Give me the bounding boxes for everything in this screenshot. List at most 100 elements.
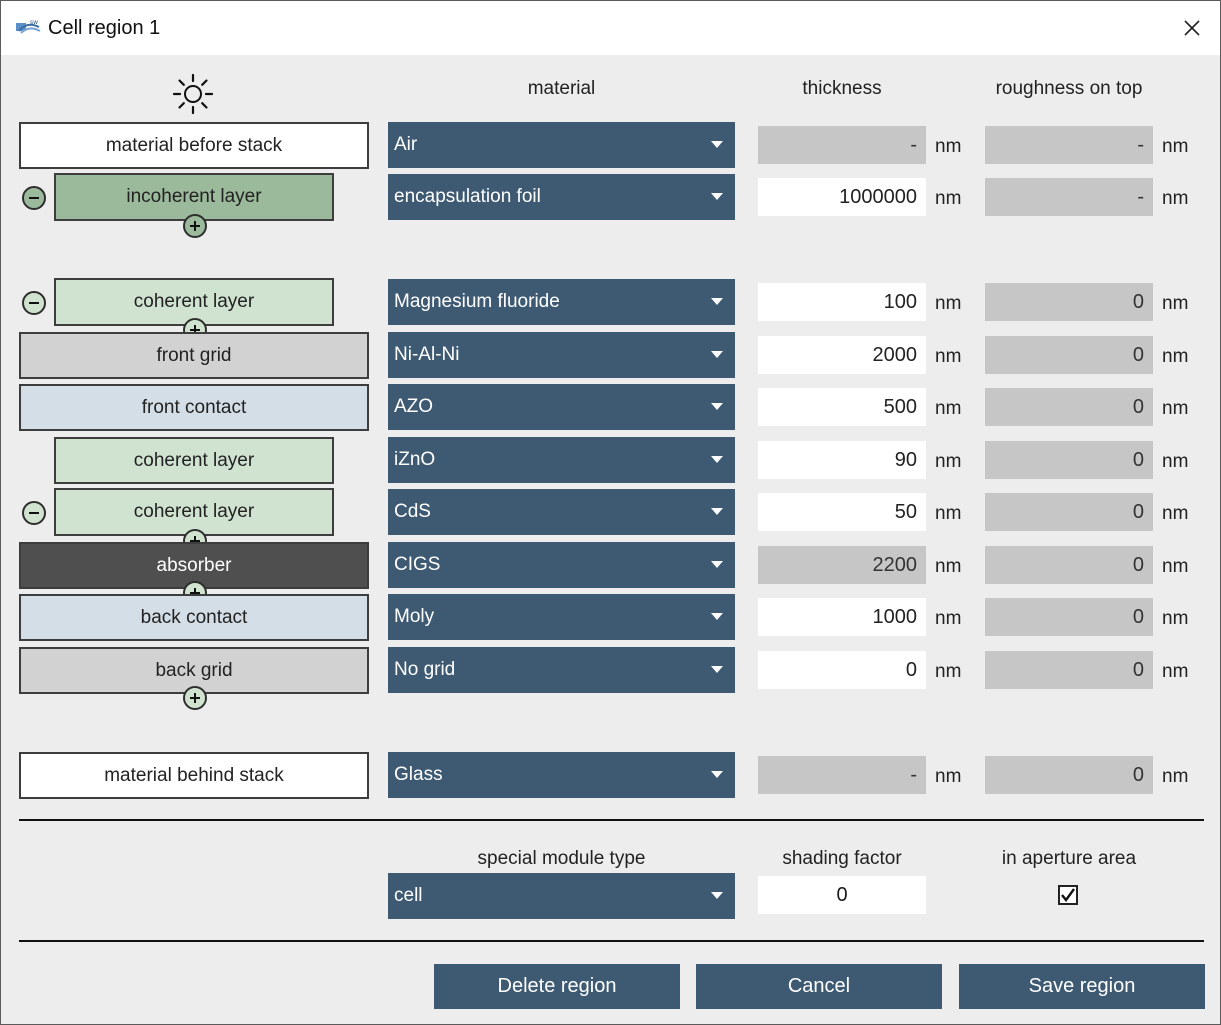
chevron-down-icon: [711, 771, 723, 778]
thickness-field[interactable]: 0: [758, 651, 926, 689]
chevron-down-icon: [711, 141, 723, 148]
roughness-field: 0: [985, 388, 1153, 426]
roughness-unit: nm: [1162, 503, 1189, 524]
thickness-unit: nm: [935, 188, 962, 209]
delete-region-button[interactable]: Delete region: [434, 964, 680, 1009]
layer-material-before-stack[interactable]: material before stack: [19, 122, 369, 169]
plus-icon: [190, 221, 200, 231]
chevron-down-icon: [711, 508, 723, 515]
dialog-window: sw Cell region 1 material thickness roug…: [0, 0, 1221, 1025]
roughness-field: 0: [985, 493, 1153, 531]
minus-icon: [29, 302, 39, 304]
material-value: No grid: [394, 659, 456, 680]
chevron-down-icon: [711, 193, 723, 200]
material-value: Ni-Al-Ni: [394, 344, 460, 365]
thickness-field[interactable]: 1000: [758, 598, 926, 636]
thickness-field[interactable]: 50: [758, 493, 926, 531]
aperture-area-checkbox[interactable]: [1058, 885, 1078, 905]
roughness-field: 0: [985, 546, 1153, 584]
module-type-label: special module type: [477, 848, 646, 869]
material-value: Magnesium fluoride: [394, 291, 560, 312]
remove-layer-button[interactable]: [22, 291, 46, 315]
thickness-unit: nm: [935, 346, 962, 367]
chevron-down-icon: [711, 403, 723, 410]
roughness-unit: nm: [1162, 556, 1189, 577]
thickness-field[interactable]: 500: [758, 388, 926, 426]
aperture-area-label: in aperture area: [1001, 848, 1137, 869]
material-dropdown[interactable]: Air: [388, 122, 735, 168]
thickness-field[interactable]: 90: [758, 441, 926, 479]
material-dropdown[interactable]: Glass: [388, 752, 735, 798]
material-dropdown[interactable]: encapsulation foil: [388, 174, 735, 220]
save-region-button[interactable]: Save region: [959, 964, 1205, 1009]
window-title: Cell region 1: [48, 17, 161, 39]
chevron-down-icon: [711, 351, 723, 358]
close-icon: [1184, 20, 1200, 36]
layer-coherent[interactable]: coherent layer: [54, 437, 334, 484]
material-dropdown[interactable]: CIGS: [388, 542, 735, 588]
remove-layer-button[interactable]: [22, 501, 46, 525]
roughness-unit: nm: [1162, 188, 1189, 209]
chevron-down-icon: [711, 613, 723, 620]
thickness-unit: nm: [935, 556, 962, 577]
material-dropdown[interactable]: AZO: [388, 384, 735, 430]
title-bar: sw Cell region 1: [1, 1, 1220, 55]
chevron-down-icon: [711, 298, 723, 305]
divider: [19, 940, 1204, 942]
plus-icon: [190, 693, 200, 703]
material-value: Air: [394, 134, 418, 155]
layer-material-behind-stack[interactable]: material behind stack: [19, 752, 369, 799]
thickness-field: -: [758, 126, 926, 164]
minus-icon: [29, 512, 39, 514]
roughness-unit: nm: [1162, 451, 1189, 472]
roughness-unit: nm: [1162, 398, 1189, 419]
thickness-unit: nm: [935, 293, 962, 314]
shading-factor-input[interactable]: 0: [758, 876, 926, 914]
thickness-field: 2200: [758, 546, 926, 584]
close-button[interactable]: [1164, 1, 1220, 55]
material-dropdown[interactable]: CdS: [388, 489, 735, 535]
add-layer-button[interactable]: [183, 214, 207, 238]
roughness-field: 0: [985, 651, 1153, 689]
module-type-dropdown[interactable]: cell: [388, 873, 735, 919]
material-dropdown[interactable]: Moly: [388, 594, 735, 640]
thickness-field[interactable]: 1000000: [758, 178, 926, 216]
thickness-unit: nm: [935, 766, 962, 787]
roughness-unit: nm: [1162, 136, 1189, 157]
material-value: encapsulation foil: [394, 186, 541, 207]
layer-front-grid[interactable]: front grid: [19, 332, 369, 379]
material-value: Moly: [394, 606, 435, 627]
material-dropdown[interactable]: Magnesium fluoride: [388, 279, 735, 325]
material-header: material: [527, 78, 596, 99]
material-dropdown[interactable]: iZnO: [388, 437, 735, 483]
material-value: iZnO: [394, 449, 436, 470]
layer-back-contact[interactable]: back contact: [19, 594, 369, 641]
chevron-down-icon: [711, 456, 723, 463]
roughness-unit: nm: [1162, 608, 1189, 629]
add-layer-button[interactable]: [183, 686, 207, 710]
minus-icon: [29, 197, 39, 199]
cancel-button[interactable]: Cancel: [696, 964, 942, 1009]
roughness-unit: nm: [1162, 293, 1189, 314]
module-type-value: cell: [394, 885, 423, 906]
roughness-field: 0: [985, 441, 1153, 479]
remove-layer-button[interactable]: [22, 186, 46, 210]
roughness-unit: nm: [1162, 766, 1189, 787]
checkmark-icon: [1061, 888, 1075, 902]
material-value: CIGS: [394, 554, 441, 575]
thickness-field[interactable]: 2000: [758, 336, 926, 374]
thickness-header: thickness: [802, 78, 882, 99]
thickness-unit: nm: [935, 136, 962, 157]
thickness-field[interactable]: 100: [758, 283, 926, 321]
roughness-field: 0: [985, 598, 1153, 636]
material-dropdown[interactable]: No grid: [388, 647, 735, 693]
material-dropdown[interactable]: Ni-Al-Ni: [388, 332, 735, 378]
layer-front-contact[interactable]: front contact: [19, 384, 369, 431]
chevron-down-icon: [711, 892, 723, 899]
svg-text:sw: sw: [30, 19, 38, 26]
roughness-field: 0: [985, 283, 1153, 321]
roughness-header: roughness on top: [995, 78, 1143, 99]
roughness-field: -: [985, 126, 1153, 164]
app-icon: sw: [16, 19, 41, 34]
material-value: Glass: [394, 764, 443, 785]
